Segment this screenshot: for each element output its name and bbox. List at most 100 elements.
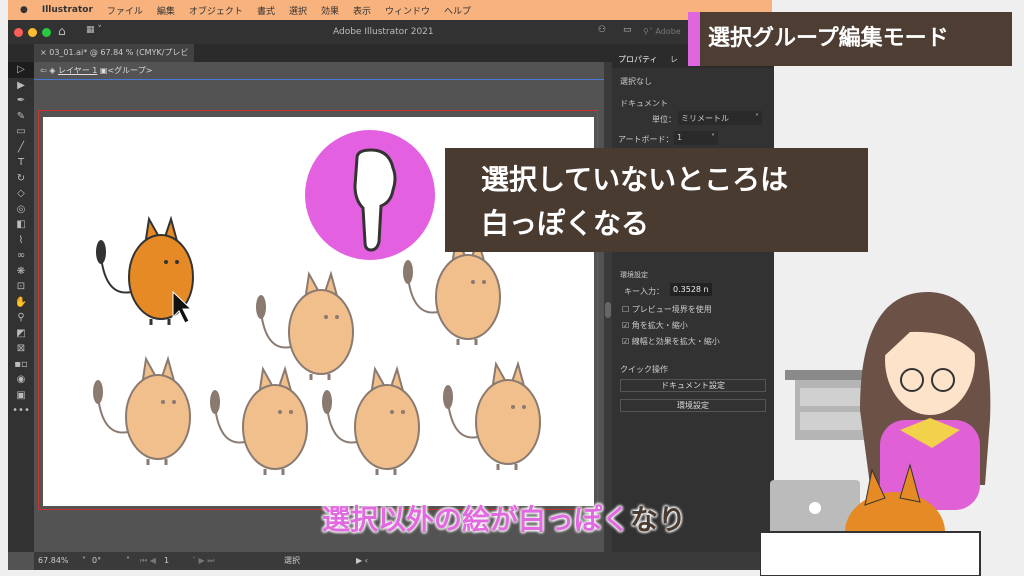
tab-layers[interactable]: レ — [670, 54, 678, 65]
home-icon[interactable]: ⌂ — [58, 24, 66, 38]
scroll-thumb[interactable] — [605, 302, 611, 318]
menu-help[interactable]: ヘルプ — [444, 4, 471, 17]
brush-tool-icon[interactable]: ╱ — [8, 140, 34, 156]
menu-type[interactable]: 書式 — [257, 4, 275, 17]
preferences-button[interactable]: 環境設定 — [620, 399, 766, 412]
unit-select[interactable]: ミリメートル ˅ — [678, 111, 762, 125]
artboard-value: 1 — [677, 133, 683, 142]
fill-stroke-icon[interactable]: ◩ — [8, 326, 34, 342]
play-icon[interactable]: ▶ ‹ — [356, 552, 368, 570]
dimmed-animal[interactable] — [210, 365, 308, 475]
workspace-icon[interactable]: ▦ ˅ — [86, 25, 102, 35]
selection-tool-icon[interactable]: ▷ — [8, 62, 34, 78]
artboard-label: アートボード： — [618, 135, 674, 144]
share-icon[interactable]: ⚇ — [598, 25, 606, 35]
quick-actions-heading: クイック操作 — [620, 365, 668, 374]
rotation-field[interactable]: 0° — [92, 552, 101, 570]
callout-line-1: 選択していないところは — [481, 163, 789, 196]
dimmed-animal[interactable] — [443, 360, 541, 470]
document-setup-button[interactable]: ドキュメント設定 — [620, 379, 766, 392]
prefs-heading: 環境設定 — [620, 271, 648, 279]
illustrator-window: ⌂ ▦ ˅ Adobe Illustrator 2021 ⚇ ▭ ⚲˅ Adob… — [8, 20, 774, 570]
screen-mode-icon[interactable]: ▣ — [8, 388, 34, 404]
checkbox-label: 角を拡大・縮小 — [631, 321, 688, 330]
menu-file[interactable]: ファイル — [107, 4, 143, 17]
dimmed-animal[interactable] — [256, 270, 354, 380]
hand-tool-icon[interactable]: ✋ — [8, 295, 34, 311]
title-bar: ⌂ ▦ ˅ Adobe Illustrator 2021 ⚇ ▭ ⚲˅ Adob… — [8, 20, 774, 44]
checkbox-scale-strokes[interactable]: ☑ 線幅と効果を拡大・縮小 — [622, 336, 720, 347]
gradient-tool-icon[interactable]: ◧ — [8, 217, 34, 233]
close-tab-icon[interactable]: × — [40, 48, 47, 57]
layers-icon: ◈ — [49, 66, 56, 75]
zoom-tool-icon[interactable]: ⚲ — [8, 310, 34, 326]
rotate-tool-icon[interactable]: ↻ — [8, 171, 34, 187]
mac-menubar: ● Illustrator ファイル 編集 オブジェクト 書式 選択 効果 表示… — [8, 0, 772, 20]
panel-toggle-icon[interactable]: ▭ — [623, 25, 632, 35]
zoom-field[interactable]: 67.84% — [38, 552, 69, 570]
dimmed-animal[interactable] — [322, 365, 420, 475]
symbol-tool-icon[interactable]: ❋ — [8, 264, 34, 280]
close-window-button[interactable] — [14, 28, 23, 37]
checkbox-preview-bounds[interactable]: ☐ プレビュー境界を使用 — [622, 304, 712, 315]
menu-effect[interactable]: 効果 — [321, 4, 339, 17]
fill-swatch-icon[interactable]: ⊠ — [8, 341, 34, 357]
key-increment-input[interactable]: 0.3528 n — [670, 283, 712, 296]
checkbox-label: 線幅と効果を拡大・縮小 — [631, 337, 720, 346]
current-tool: 選択 — [284, 556, 300, 565]
eyedropper-tool-icon[interactable]: ⌇ — [8, 233, 34, 249]
minimize-button[interactable] — [28, 28, 37, 37]
document-tab[interactable]: × 03_01.ai* @ 67.84 % (CMYK/プレビュー) — [34, 44, 194, 75]
menu-object[interactable]: オブジェクト — [189, 4, 243, 17]
color-mode-icon[interactable]: ▪▫ — [8, 357, 34, 373]
apple-icon[interactable]: ● — [20, 5, 28, 15]
breadcrumb: ⇦ ◈ レイヤー 1 ▣<グループ> — [34, 62, 604, 80]
chevron-down-icon[interactable]: ˅ — [126, 552, 130, 570]
next-artboard-icon[interactable]: ˅ ▶ ⏭ — [192, 552, 214, 570]
search-placeholder: Adobe — [655, 27, 681, 36]
menu-window[interactable]: ウィンドウ — [385, 4, 430, 17]
menu-select[interactable]: 選択 — [289, 4, 307, 17]
maximize-button[interactable] — [42, 28, 51, 37]
curvature-tool-icon[interactable]: ✎ — [8, 109, 34, 125]
subtitle-caption: 選択以外の絵が白っぽくなり — [322, 498, 686, 538]
artboard-tool-icon[interactable]: ⊡ — [8, 279, 34, 295]
menu-edit[interactable]: 編集 — [157, 4, 175, 17]
blend-tool-icon[interactable]: ∞ — [8, 248, 34, 264]
document-heading: ドキュメント — [620, 99, 668, 108]
direct-selection-tool-icon[interactable]: ▶ — [8, 78, 34, 94]
callout-box: 選択していないところは 白っぽくなる — [445, 148, 868, 252]
checkbox-scale-corners[interactable]: ☑ 角を拡大・縮小 — [622, 320, 688, 331]
dimmed-animal[interactable] — [93, 355, 191, 465]
pointing-hand-badge — [305, 130, 435, 260]
menu-view[interactable]: 表示 — [353, 4, 371, 17]
mode-title-text: 選択グループ編集モード — [708, 26, 949, 51]
mode-title-label: 選択グループ編集モード — [688, 12, 1012, 66]
warp-tool-icon[interactable]: ◎ — [8, 202, 34, 218]
caption-pink: 選択以外の絵が白っぽく — [322, 503, 631, 536]
unit-label: 単位： — [652, 115, 676, 124]
breadcrumb-layer[interactable]: レイヤー 1 — [58, 66, 97, 75]
first-artboard-icon[interactable]: ⏮ ◀ — [140, 552, 156, 570]
back-icon[interactable]: ⇦ — [40, 66, 47, 75]
rectangle-tool-icon[interactable]: ▭ — [8, 124, 34, 140]
breadcrumb-group[interactable]: <グループ> — [107, 66, 152, 75]
draw-mode-icon[interactable]: ◉ — [8, 372, 34, 388]
search-input[interactable]: ⚲˅ Adobe — [643, 27, 681, 36]
type-tool-icon[interactable]: T — [8, 155, 34, 171]
unit-value: ミリメートル — [681, 114, 729, 123]
artboard-select[interactable]: 1 ˅ — [674, 131, 718, 145]
chevron-down-icon[interactable]: ˅ — [82, 552, 86, 570]
menu-app[interactable]: Illustrator — [42, 5, 93, 15]
vertical-scrollbar[interactable] — [604, 62, 612, 552]
selection-status: 選択なし — [620, 77, 652, 86]
eraser-tool-icon[interactable]: ◇ — [8, 186, 34, 202]
tools-panel: ▷ ▶ ✒ ✎ ▭ ╱ T ↻ ◇ ◎ ◧ ⌇ ∞ ❋ ⊡ ✋ ⚲ ◩ ⊠ ▪▫… — [8, 62, 34, 552]
pen-tool-icon[interactable]: ✒ — [8, 93, 34, 109]
artboard-number[interactable]: 1 — [164, 552, 169, 570]
presenter-illustration — [760, 291, 991, 576]
window-title: Adobe Illustrator 2021 — [333, 27, 434, 37]
tab-properties[interactable]: プロパティ — [618, 54, 658, 65]
caption-dark: なり — [630, 503, 687, 536]
more-tools-icon[interactable]: ••• — [8, 403, 34, 419]
